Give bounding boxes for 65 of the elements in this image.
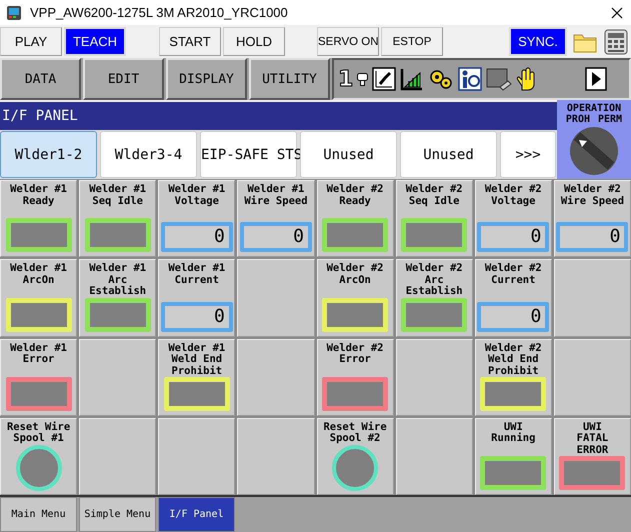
round-button[interactable] — [16, 445, 62, 491]
key-switch-dial[interactable] — [569, 126, 619, 176]
hand-icon — [516, 66, 536, 92]
signal-label: Welder #2 Seq Idle — [406, 184, 463, 207]
robot-arm-icon — [372, 67, 396, 91]
bottom-tab[interactable]: I/F Panel — [158, 497, 235, 532]
mode-button[interactable]: START — [159, 27, 221, 56]
mode-button[interactable]: TEACH — [64, 27, 126, 56]
signal-label: Welder #2 Error — [326, 342, 384, 366]
signal-label: Welder #2 Ready — [326, 184, 384, 207]
value-display: 0 — [477, 302, 550, 332]
value-display: 0 — [160, 222, 233, 252]
calculator-icon[interactable] — [603, 28, 629, 56]
signal-label: Welder #1 Arc Establish — [89, 263, 146, 298]
signal-label: Welder #1 Error — [10, 342, 68, 366]
mode-button[interactable]: HOLD — [223, 27, 285, 56]
close-icon[interactable] — [611, 6, 623, 18]
app-icon — [6, 4, 22, 20]
menu-button[interactable]: DATA — [0, 58, 81, 100]
window-title: VPP_AW6200-1275L 3M AR2010_YRC1000 — [30, 5, 289, 20]
signal-label: Welder #2 Wire Speed — [560, 184, 624, 207]
menu-button[interactable]: EDIT — [83, 58, 164, 100]
panel-tab[interactable]: Wlder1-2 — [0, 131, 97, 178]
mode-button[interactable]: SYNC. — [509, 27, 567, 56]
value-display: 0 — [556, 222, 628, 252]
robot-tool-icon — [357, 72, 368, 86]
signal-label: Welder #1 Ready — [10, 184, 68, 207]
signal-label: Welder #2 Voltage — [484, 184, 542, 207]
signal-label: Welder #1 Weld End Prohibit — [168, 342, 226, 377]
mode-button[interactable]: PLAY — [0, 27, 62, 56]
signal-label: Welder #2 Weld End Prohibit — [484, 342, 542, 377]
menu-button[interactable]: UTILITY — [249, 58, 330, 100]
signal-label: Welder #1 Wire Speed — [244, 184, 308, 207]
robot-number: 1 — [338, 66, 354, 92]
signal-label: UWI FATAL ERROR — [576, 422, 608, 456]
value-display: 0 — [477, 222, 550, 252]
menu-button[interactable]: DISPLAY — [166, 58, 247, 100]
signal-label: Welder #1 Voltage — [168, 184, 226, 207]
value-display: 0 — [240, 222, 312, 252]
signal-label: UWI Running — [491, 422, 536, 445]
panel-tab[interactable]: Wlder3-4 — [100, 131, 197, 178]
permit-label: PERM — [598, 114, 622, 125]
panel-tab[interactable]: Unused — [300, 131, 397, 178]
panel-title: I/F PANEL — [0, 100, 557, 130]
signal-label: Welder #1 Seq Idle — [89, 184, 146, 207]
panel-tab[interactable]: >>> — [500, 131, 556, 178]
mode-button[interactable]: ESTOP — [381, 27, 443, 56]
signal-label: Reset Wire Spool #2 — [323, 422, 387, 445]
mode-button[interactable]: SERVO ON — [317, 27, 379, 56]
bottom-tab[interactable]: Main Menu — [0, 497, 77, 532]
signal-label: Reset Wire Spool #1 — [6, 422, 70, 445]
signal-label: Welder #2 Arc Establish — [406, 263, 463, 298]
prohibit-label: PROH — [566, 114, 590, 125]
signal-bars-icon — [400, 67, 424, 91]
screen-edit-icon — [486, 67, 512, 91]
signal-label: Welder #1 Current — [168, 263, 226, 286]
operation-label: OPERATION — [566, 103, 622, 114]
value-display: 0 — [160, 302, 233, 332]
signal-label: Welder #2 Current — [484, 263, 542, 286]
bottom-tab[interactable]: Simple Menu — [79, 497, 156, 532]
signal-label: Welder #1 ArcOn — [10, 263, 68, 286]
play-icon[interactable] — [585, 67, 607, 91]
signal-label: Welder #2 ArcOn — [326, 263, 384, 286]
round-button[interactable] — [332, 445, 378, 491]
panel-tab[interactable]: Unused — [400, 131, 497, 178]
